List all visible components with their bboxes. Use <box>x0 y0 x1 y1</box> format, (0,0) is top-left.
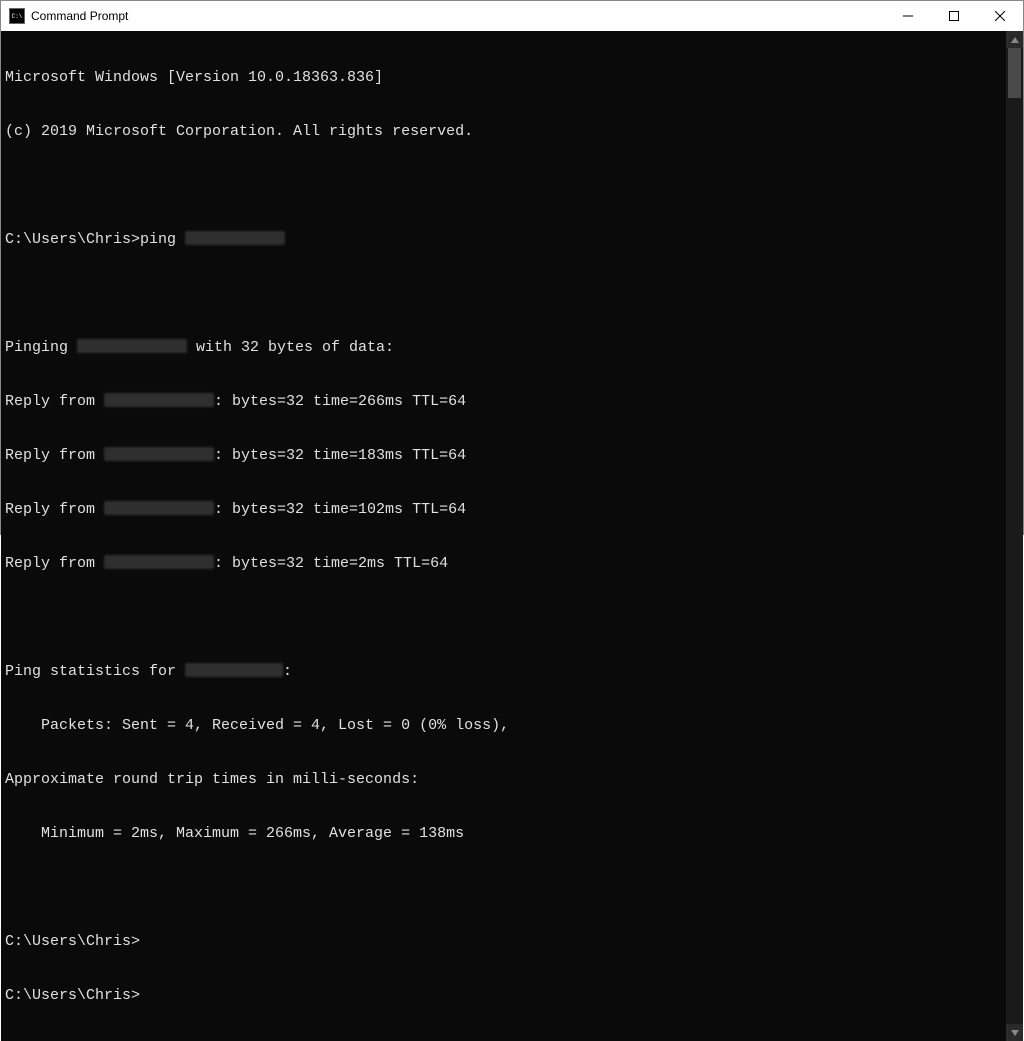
redacted-ip <box>104 501 214 515</box>
stats-packets-line: Packets: Sent = 4, Received = 4, Lost = … <box>5 717 1006 735</box>
command-text: ping <box>140 231 185 248</box>
redacted-ip <box>104 393 214 407</box>
redacted-ip <box>185 231 285 245</box>
vertical-scrollbar[interactable] <box>1006 31 1023 1041</box>
reply-line-2: Reply from : bytes=32 time=183ms TTL=64 <box>5 447 1006 465</box>
blank-line <box>5 609 1006 627</box>
redacted-ip <box>185 663 283 677</box>
prompt-line: C:\Users\Chris> <box>5 933 1006 951</box>
titlebar[interactable]: Command Prompt <box>1 1 1023 31</box>
scrollbar-thumb[interactable] <box>1008 48 1021 98</box>
window-controls <box>885 1 1023 31</box>
blank-line <box>5 879 1006 897</box>
minimize-button[interactable] <box>885 1 931 31</box>
window-title: Command Prompt <box>31 9 885 23</box>
prompt: C:\Users\Chris> <box>5 231 140 248</box>
maximize-button[interactable] <box>931 1 977 31</box>
reply-line-4: Reply from : bytes=32 time=2ms TTL=64 <box>5 555 1006 573</box>
stats-header-line: Ping statistics for : <box>5 663 1006 681</box>
redacted-ip <box>77 339 187 353</box>
blank-line <box>5 285 1006 303</box>
stats-approx-line: Approximate round trip times in milli-se… <box>5 771 1006 789</box>
reply-line-3: Reply from : bytes=32 time=102ms TTL=64 <box>5 501 1006 519</box>
banner-line-1: Microsoft Windows [Version 10.0.18363.83… <box>5 69 1006 87</box>
stats-times-line: Minimum = 2ms, Maximum = 266ms, Average … <box>5 825 1006 843</box>
prompt-line: C:\Users\Chris> <box>5 987 1006 1005</box>
banner-line-2: (c) 2019 Microsoft Corporation. All righ… <box>5 123 1006 141</box>
scroll-down-button[interactable] <box>1006 1024 1023 1041</box>
reply-line-1: Reply from : bytes=32 time=266ms TTL=64 <box>5 393 1006 411</box>
close-button[interactable] <box>977 1 1023 31</box>
terminal-wrap: Microsoft Windows [Version 10.0.18363.83… <box>1 31 1023 1041</box>
cmd-icon <box>9 8 25 24</box>
scroll-up-button[interactable] <box>1006 31 1023 48</box>
command-prompt-window: Command Prompt Microsoft Windows [Versio… <box>0 0 1024 535</box>
redacted-ip <box>104 447 214 461</box>
blank-line <box>5 177 1006 195</box>
command-line: C:\Users\Chris>ping <box>5 231 1006 249</box>
terminal-output[interactable]: Microsoft Windows [Version 10.0.18363.83… <box>1 31 1006 1041</box>
scrollbar-track[interactable] <box>1006 48 1023 1024</box>
redacted-ip <box>104 555 214 569</box>
pinging-line: Pinging with 32 bytes of data: <box>5 339 1006 357</box>
